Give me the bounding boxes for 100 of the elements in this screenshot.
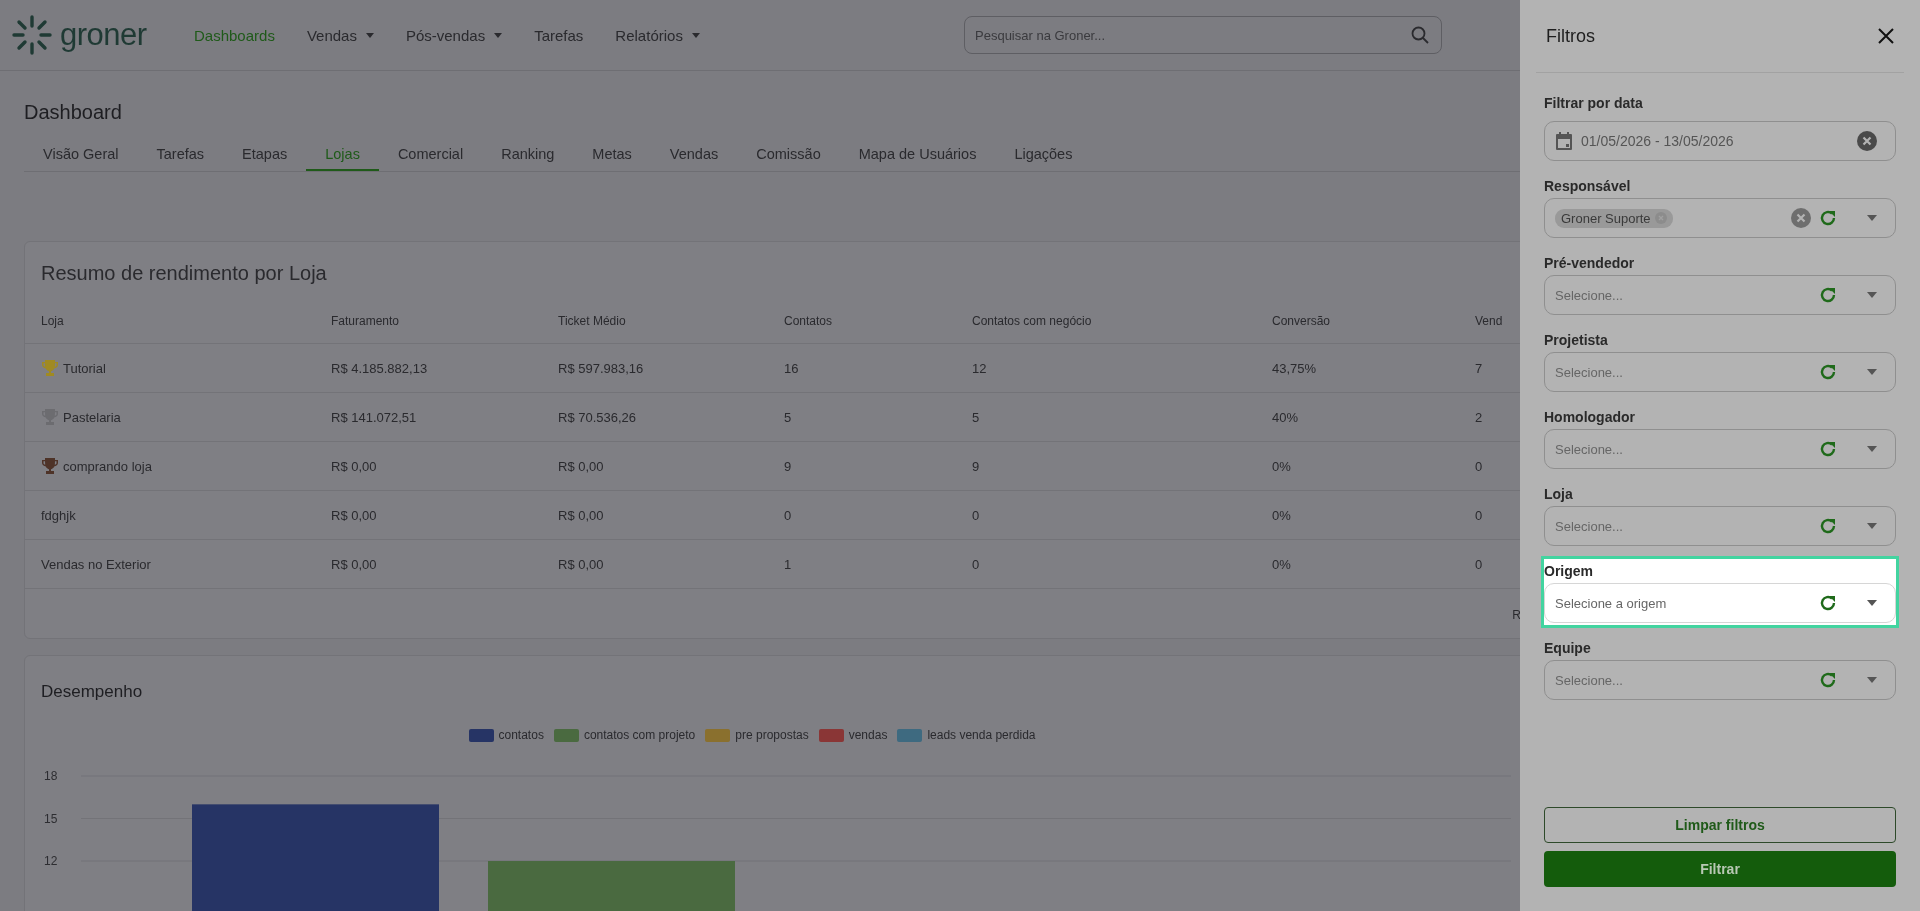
- drawer-title: Filtros: [1546, 25, 1595, 47]
- search-field[interactable]: Pesquisar na Groner...: [964, 16, 1442, 54]
- table-cell: 43,75%: [1272, 360, 1317, 376]
- clear-icon[interactable]: [1857, 131, 1877, 151]
- caret-icon[interactable]: [1867, 446, 1877, 452]
- field-label: Filtrar por data: [1544, 95, 1644, 111]
- caret-icon[interactable]: [1867, 292, 1877, 298]
- table-cell: 5: [972, 409, 980, 425]
- tab[interactable]: Lojas: [306, 138, 379, 171]
- tab[interactable]: Ranking: [482, 138, 574, 171]
- column-header: Conversão: [1272, 314, 1332, 328]
- tab[interactable]: Vendas: [650, 138, 738, 171]
- legend-label: contatos com projeto: [583, 728, 696, 742]
- column-header: Faturamento: [331, 314, 401, 328]
- field-value: 01/05/2026 - 13/05/2026: [1581, 133, 1734, 149]
- select-field[interactable]: Selecione...: [1544, 429, 1896, 469]
- refresh-icon[interactable]: [1819, 517, 1837, 535]
- placeholder-text: Selecione a origem: [1555, 595, 1667, 611]
- table-cell: R$ 0,00: [331, 507, 377, 523]
- placeholder-text: Pesquisar na Groner...: [975, 27, 1106, 43]
- table-cell: 2: [1475, 409, 1483, 425]
- refresh-icon[interactable]: [1819, 363, 1837, 381]
- tab[interactable]: Mapa de Usuários: [839, 138, 996, 171]
- table-cell: R$ 4.185.882,13: [331, 360, 428, 376]
- caret-icon[interactable]: [691, 32, 700, 38]
- placeholder-text: Selecione...: [1555, 672, 1623, 688]
- table-cell: R$ 0,00: [558, 507, 604, 523]
- column-header: Contatos: [784, 314, 834, 328]
- caret-icon[interactable]: [1867, 215, 1877, 221]
- caret-icon[interactable]: [1867, 369, 1877, 375]
- caret-icon[interactable]: [494, 32, 503, 38]
- table-cell: R$ 0,00: [331, 458, 377, 474]
- tab[interactable]: Tarefas: [137, 138, 224, 171]
- nav-menu-item[interactable]: Dashboards: [194, 26, 275, 44]
- table-cell: 12: [972, 360, 987, 376]
- table-cell: 0: [1475, 507, 1483, 523]
- filter-button[interactable]: Filtrar: [1544, 851, 1896, 887]
- nav-menu-item[interactable]: Relatórios: [615, 26, 700, 44]
- table-cell: 40%: [1272, 409, 1299, 425]
- search-icon[interactable]: [1411, 26, 1429, 44]
- axis-tick-label: 18: [44, 769, 58, 783]
- clear-filters-button[interactable]: Limpar filtros: [1544, 807, 1896, 843]
- nav-menu-item[interactable]: Vendas: [306, 26, 374, 44]
- caret-icon[interactable]: [1867, 523, 1877, 529]
- refresh-icon[interactable]: [1819, 671, 1837, 689]
- field-label: Homologador: [1544, 409, 1636, 425]
- tab[interactable]: Metas: [573, 138, 651, 171]
- legend-label: pre propostas: [735, 728, 809, 742]
- column-header: Vend: [1475, 314, 1504, 328]
- field-label: Origem: [1544, 563, 1594, 579]
- table-cell: R$ 0,00: [331, 556, 377, 572]
- select-field[interactable]: Selecione...: [1544, 506, 1896, 546]
- legend-label: leads venda perdida: [927, 728, 1036, 742]
- column-header: Ticket Médio: [558, 314, 627, 328]
- logo-icon: [12, 15, 52, 55]
- pagination-text: R: [1512, 608, 1520, 622]
- table-cell: 16: [784, 360, 799, 376]
- select-field[interactable]: Selecione a origem: [1544, 583, 1896, 623]
- tab[interactable]: Etapas: [223, 138, 307, 171]
- table-cell: 0: [972, 556, 980, 572]
- tab[interactable]: Visão Geral: [24, 138, 138, 171]
- placeholder-text: Selecione...: [1555, 287, 1623, 303]
- table-cell: 0%: [1272, 507, 1291, 523]
- column-header: Loja: [41, 314, 65, 328]
- clear-icon[interactable]: [1791, 208, 1811, 228]
- axis-tick-label: 12: [44, 854, 58, 868]
- table-cell: 0: [784, 507, 792, 523]
- nav-menu-item[interactable]: Tarefas: [534, 26, 584, 44]
- select-field[interactable]: Selecione...: [1544, 352, 1896, 392]
- page-title: Dashboard: [24, 101, 123, 124]
- table-cell: R$ 0,00: [558, 556, 604, 572]
- caret-icon[interactable]: [365, 32, 374, 38]
- nav-menu-item[interactable]: Pós-vendas: [405, 26, 503, 44]
- axis-tick-label: 15: [44, 811, 58, 826]
- table-cell: R$ 0,00: [558, 458, 604, 474]
- refresh-icon[interactable]: [1819, 286, 1837, 304]
- refresh-icon[interactable]: [1819, 594, 1837, 612]
- select-field[interactable]: Groner Suporte: [1544, 198, 1896, 238]
- table-cell: R$ 70.536,26: [558, 409, 637, 425]
- refresh-icon[interactable]: [1819, 440, 1837, 458]
- select-field[interactable]: Selecione...: [1544, 660, 1896, 700]
- select-field[interactable]: Selecione...: [1544, 275, 1896, 315]
- table-cell: 9: [972, 458, 980, 474]
- tab[interactable]: Comissão: [737, 138, 840, 171]
- table-cell: 7: [1475, 360, 1483, 376]
- refresh-icon[interactable]: [1819, 209, 1837, 227]
- close-icon[interactable]: [1878, 28, 1894, 44]
- table-cell: R$ 597.983,16: [558, 360, 644, 376]
- card-title: Desempenho: [40, 681, 144, 702]
- field-label: Equipe: [1544, 640, 1592, 656]
- legend-label: contatos: [498, 728, 544, 742]
- table-cell: 0: [1475, 556, 1483, 572]
- tab[interactable]: Ligações: [995, 138, 1092, 171]
- legend-label: vendas: [848, 728, 888, 742]
- tab[interactable]: Comercial: [378, 138, 483, 171]
- table-cell: 1: [784, 556, 792, 572]
- date-range-field[interactable]: 01/05/2026 - 13/05/2026: [1544, 121, 1896, 161]
- caret-icon[interactable]: [1867, 677, 1877, 683]
- caret-icon[interactable]: [1867, 600, 1877, 606]
- field-label: Responsável: [1544, 178, 1632, 194]
